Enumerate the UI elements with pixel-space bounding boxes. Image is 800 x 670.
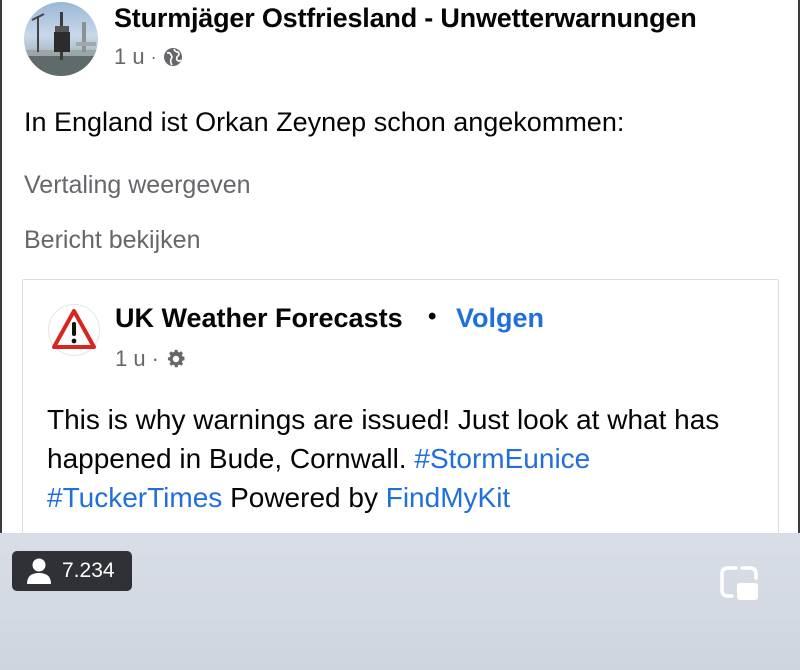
left-frame-edge — [0, 0, 2, 540]
gear-icon — [165, 348, 187, 370]
follow-separator: • — [428, 303, 437, 330]
viewer-count-badge: 7.234 — [12, 551, 132, 591]
shared-post-time[interactable]: 1 u — [115, 346, 146, 372]
findmykit-link[interactable]: FindMyKit — [386, 482, 510, 513]
hashtag-storm-eunice[interactable]: #StormEunice — [414, 443, 590, 474]
shared-text-part1: This is why warnings are issued! Just lo… — [47, 404, 720, 474]
warning-triangle-icon — [52, 309, 96, 349]
page-name[interactable]: Sturmjäger Ostfriesland - Unwetterwarnun… — [114, 3, 697, 34]
page-avatar[interactable] — [24, 2, 98, 76]
meta-separator: · — [150, 46, 157, 67]
post-text: In England ist Orkan Zeynep schon angeko… — [24, 107, 625, 137]
shared-text-part2: Powered by — [222, 482, 386, 513]
viewer-count: 7.234 — [62, 559, 115, 582]
shared-page-avatar[interactable] — [48, 304, 100, 356]
shared-post-text: This is why warnings are issued! Just lo… — [47, 400, 757, 517]
person-icon — [24, 556, 54, 586]
view-post-link[interactable]: Bericht bekijken — [24, 226, 200, 255]
shared-meta-separator: · — [151, 346, 159, 371]
show-translation-link[interactable]: Vertaling weergeven — [24, 171, 251, 200]
hashtag-tucker-times[interactable]: #TuckerTimes — [47, 482, 222, 513]
shared-post-meta: 1 u · — [115, 346, 187, 372]
globe-icon — [163, 47, 183, 67]
picture-in-picture-icon[interactable] — [716, 560, 762, 606]
shared-page-name[interactable]: UK Weather Forecasts — [115, 303, 403, 334]
follow-button[interactable]: Volgen — [456, 303, 544, 334]
post-meta: 1 u · — [114, 44, 183, 70]
post-time[interactable]: 1 u — [114, 44, 145, 70]
